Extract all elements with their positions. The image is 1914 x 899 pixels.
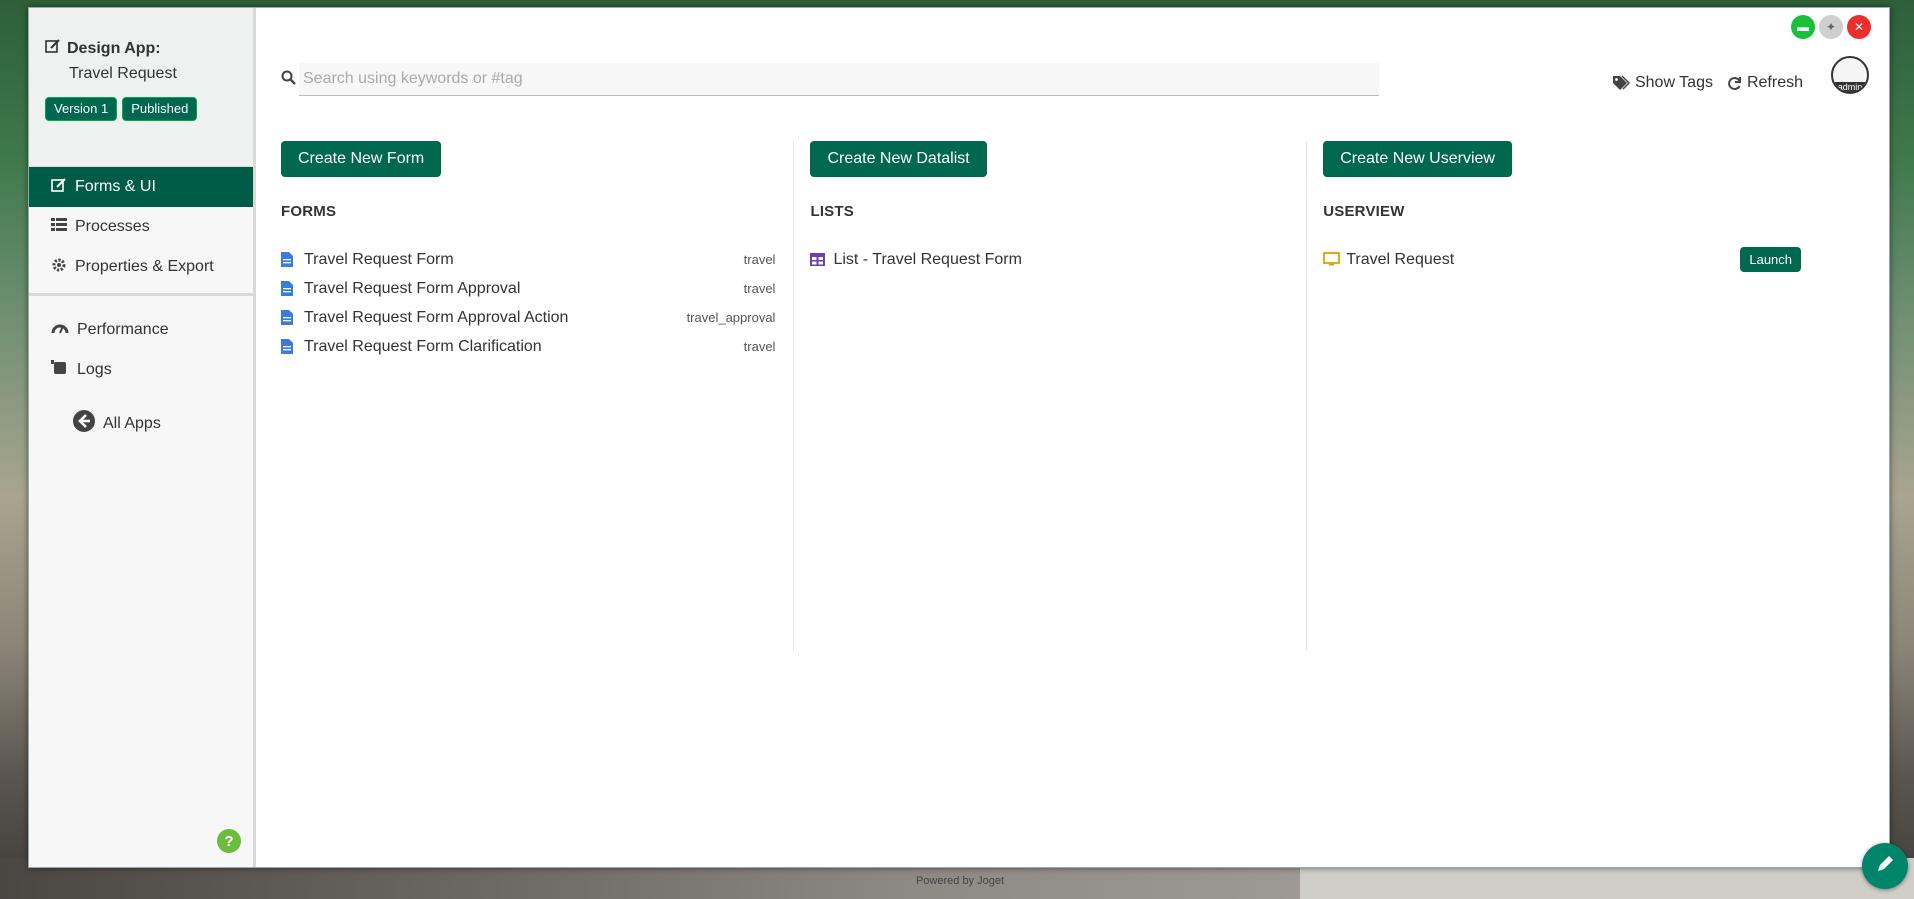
form-tag: travel [743, 339, 776, 354]
userview-list: Travel Request Launch [1323, 245, 1802, 274]
table-icon [810, 253, 833, 266]
lists-column: Create New Datalist LISTS List - Travel … [793, 141, 1306, 651]
secondary-nav: Performance Logs [29, 310, 253, 390]
list-name: List - Travel Request Form [833, 250, 1022, 268]
nav-label: Forms & UI [75, 178, 156, 195]
lists-title: LISTS [810, 203, 854, 220]
create-new-form-button[interactable]: Create New Form [281, 141, 442, 177]
form-item[interactable]: Travel Request Form travel [281, 245, 775, 274]
search-input[interactable] [299, 63, 1379, 96]
refresh-label: Refresh [1746, 74, 1803, 91]
sidebar: Design App: Travel Request Version 1 Pub… [29, 8, 256, 867]
app-window: Design App: Travel Request Version 1 Pub… [28, 7, 1890, 868]
userview-column: Create New Userview USERVIEW Travel Requ… [1306, 141, 1819, 651]
edit-icon [51, 177, 67, 198]
nav-performance[interactable]: Performance [29, 310, 253, 350]
published-badge[interactable]: Published [122, 97, 198, 122]
nav-label: Logs [77, 361, 112, 378]
nav-divider [29, 293, 253, 296]
show-tags-label: Show Tags [1634, 74, 1713, 91]
search-icon [281, 70, 299, 89]
lists-list: List - Travel Request Form [810, 245, 1288, 274]
avatar[interactable]: admin [1831, 56, 1869, 94]
create-new-datalist-button[interactable]: Create New Datalist [810, 141, 987, 177]
top-actions: Show Tags Refresh [1612, 74, 1803, 92]
nav-forms-ui[interactable]: Forms & UI [29, 167, 253, 207]
search-bar [281, 63, 1381, 96]
edit-icon [45, 38, 61, 59]
gear-icon [51, 257, 67, 278]
form-icon [281, 281, 304, 296]
nav-properties-export[interactable]: Properties & Export [29, 247, 253, 287]
nav-label: Performance [77, 321, 169, 338]
userview-title: USERVIEW [1323, 203, 1405, 220]
form-item[interactable]: Travel Request Form Approval travel [281, 274, 775, 303]
userview-item[interactable]: Travel Request Launch [1323, 245, 1802, 274]
form-tag: travel [743, 252, 776, 267]
list-item[interactable]: List - Travel Request Form [810, 245, 1288, 274]
form-name: Travel Request Form Approval Action [304, 308, 569, 326]
form-icon [281, 252, 304, 267]
forms-list: Travel Request Form travel Travel Reques… [281, 245, 775, 361]
monitor-icon [1323, 252, 1346, 267]
powered-by-text: Powered by Joget [915, 875, 1005, 887]
primary-nav: Forms & UI Processes Properties & Export [29, 167, 253, 287]
launch-button[interactable]: Launch [1740, 247, 1802, 272]
form-tag: travel [743, 281, 776, 296]
form-item[interactable]: Travel Request Form Clarification travel [281, 332, 775, 361]
nav-label: Processes [75, 218, 150, 235]
form-name: Travel Request Form Clarification [304, 337, 542, 355]
forms-title: FORMS [281, 203, 337, 220]
help-icon[interactable]: ? [217, 829, 241, 853]
app-name: Travel Request [69, 65, 177, 82]
refresh-icon [1727, 76, 1742, 91]
userview-name: Travel Request [1346, 250, 1455, 268]
list-icon [51, 217, 67, 237]
form-icon [281, 310, 304, 325]
logs-icon [51, 359, 69, 381]
edit-pencil-button[interactable] [1862, 843, 1908, 889]
refresh-button[interactable]: Refresh [1727, 74, 1803, 92]
forms-column: Create New Form FORMS Travel Request For… [281, 141, 793, 651]
sidebar-header: Design App: Travel Request Version 1 Pub… [29, 8, 253, 167]
arrow-left-circle-icon [73, 410, 95, 437]
all-apps-link[interactable]: All Apps [29, 410, 253, 437]
form-name: Travel Request Form [304, 250, 454, 268]
nav-label: Properties & Export [75, 258, 214, 275]
avatar-label: admin [1833, 82, 1867, 92]
all-apps-label: All Apps [103, 414, 161, 432]
design-columns: Create New Form FORMS Travel Request For… [281, 141, 1819, 651]
design-app-label: Design App: [67, 39, 161, 57]
tags-icon [1612, 75, 1630, 91]
form-name: Travel Request Form Approval [304, 279, 521, 297]
create-new-userview-button[interactable]: Create New Userview [1323, 141, 1512, 177]
form-icon [281, 339, 304, 354]
design-app-title: Design App: [45, 38, 253, 59]
nav-processes[interactable]: Processes [29, 207, 253, 247]
version-badge[interactable]: Version 1 [45, 97, 118, 122]
show-tags-button[interactable]: Show Tags [1612, 74, 1713, 92]
form-tag: travel_approval [686, 310, 776, 325]
dashboard-icon [51, 321, 69, 340]
pencil-icon [1874, 853, 1896, 880]
main-content: Show Tags Refresh admin Create New Form … [259, 8, 1889, 867]
form-item[interactable]: Travel Request Form Approval Action trav… [281, 303, 775, 332]
nav-logs[interactable]: Logs [29, 350, 253, 390]
